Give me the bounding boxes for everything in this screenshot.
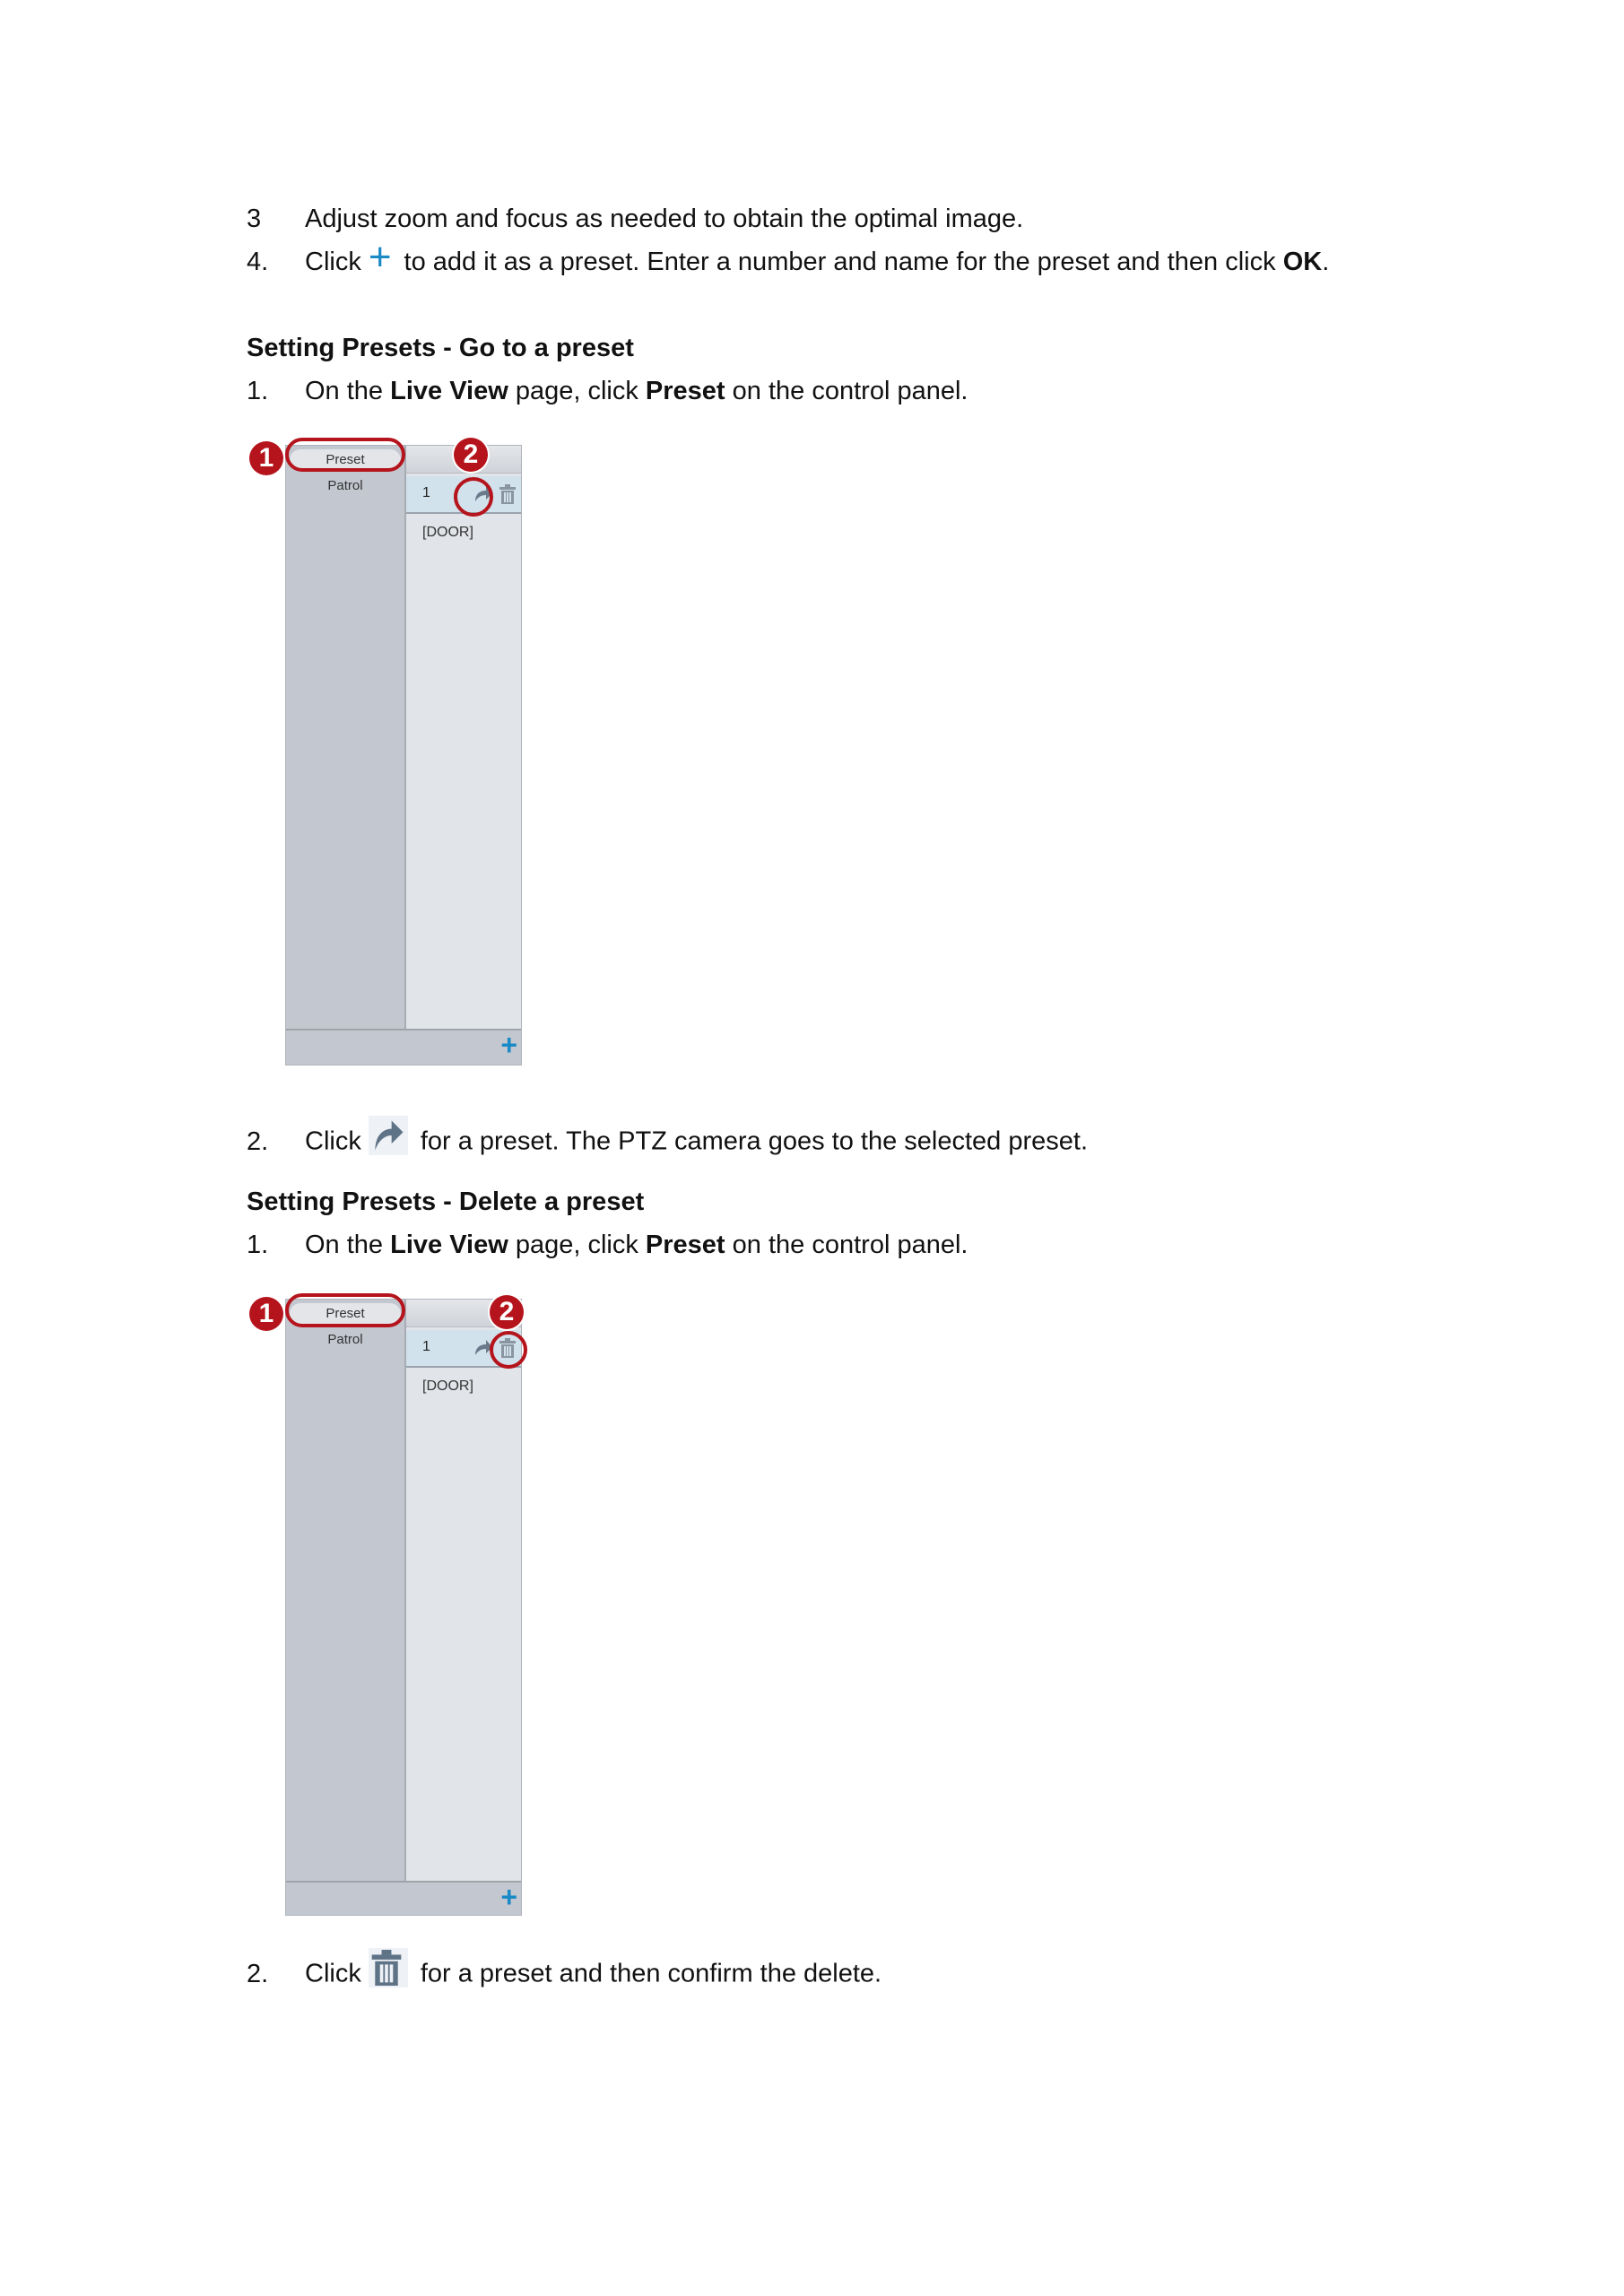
preset-number: 1 xyxy=(422,485,430,500)
preset-list: 1 [DOOR] xyxy=(404,1300,521,1881)
preset-name: [DOOR] xyxy=(422,525,473,540)
ok-label: OK xyxy=(1282,248,1323,276)
preset-label: Preset xyxy=(645,377,725,405)
section-heading-goto: Setting Presets - Go to a preset xyxy=(247,334,634,362)
trash-icon xyxy=(368,1948,408,1987)
step-text: Adjust zoom and focus as needed to obtai… xyxy=(305,204,1024,233)
step-text: On the xyxy=(305,1231,384,1259)
tab-patrol[interactable]: Patrol xyxy=(286,478,404,493)
period: . xyxy=(1322,248,1330,276)
step-text: on the control panel. xyxy=(732,1231,968,1259)
step-text: page, click xyxy=(515,1231,638,1259)
tab-patrol[interactable]: Patrol xyxy=(286,1332,404,1347)
step-3: 3 Adjust zoom and focus as needed to obta… xyxy=(247,203,1023,235)
goto-step-2: 2. Click for a preset. The PTZ camera goes… xyxy=(247,1116,1089,1162)
add-preset-button[interactable]: + xyxy=(500,1881,517,1913)
step-text: for a preset. The PTZ camera goes to the… xyxy=(420,1126,1089,1156)
delete-step-1: 1. On the Live View page, click Preset on… xyxy=(247,1229,968,1261)
step-text: Click xyxy=(305,248,361,276)
trash-icon[interactable] xyxy=(498,483,517,505)
preset-list: 1 [DOOR] xyxy=(404,446,521,1029)
step-4: 4. Click + to add it as a preset. Enter a n… xyxy=(247,235,1330,280)
preset-panel-screenshot-delete: Preset Patrol 1 [DOOR] + xyxy=(285,1299,522,1916)
plus-icon: + xyxy=(368,235,392,280)
preset-number: 1 xyxy=(422,1339,430,1354)
step-number: 2. xyxy=(247,1126,269,1156)
delete-step-2: 2. Click for a preset and then confirm the… xyxy=(247,1948,882,1995)
add-preset-button[interactable]: + xyxy=(500,1029,517,1061)
step-number: 4. xyxy=(247,248,269,276)
live-view-label: Live View xyxy=(390,377,508,405)
step-text: page, click xyxy=(515,377,638,405)
step-text: Click xyxy=(305,1959,361,1988)
panel-footer: + xyxy=(286,1881,521,1915)
highlight-ring-preset xyxy=(285,1293,405,1327)
step-number: 1. xyxy=(247,1231,269,1259)
step-number: 2. xyxy=(247,1959,269,1988)
preset-label: Preset xyxy=(645,1231,725,1259)
preset-name: [DOOR] xyxy=(422,1378,473,1394)
callout-1: 1 xyxy=(249,1297,283,1331)
highlight-ring-goto xyxy=(454,477,493,517)
step-text: on the control panel. xyxy=(732,377,968,405)
step-number: 3 xyxy=(247,204,262,233)
highlight-ring-preset xyxy=(285,438,405,472)
step-number: 1. xyxy=(247,377,269,405)
callout-2: 2 xyxy=(454,438,488,472)
step-text: Click xyxy=(305,1126,361,1156)
goto-step-1: 1. On the Live View page, click Preset on… xyxy=(247,375,968,407)
live-view-label: Live View xyxy=(390,1231,508,1259)
step-text: to add it as a preset. Enter a number an… xyxy=(404,248,1276,276)
panel-footer: + xyxy=(286,1029,521,1063)
callout-1: 1 xyxy=(249,441,283,475)
tab-column: Preset Patrol xyxy=(286,446,404,1029)
callout-2: 2 xyxy=(490,1295,524,1329)
preset-panel-screenshot-goto: Preset Patrol 1 [DOOR] + xyxy=(285,445,522,1065)
tab-column: Preset Patrol xyxy=(286,1300,404,1881)
section-heading-delete: Setting Presets - Delete a preset xyxy=(247,1187,645,1216)
step-text: On the xyxy=(305,377,384,405)
highlight-ring-delete xyxy=(490,1331,527,1369)
go-to-preset-icon xyxy=(368,1116,408,1155)
step-text: for a preset and then confirm the delete… xyxy=(420,1959,882,1988)
